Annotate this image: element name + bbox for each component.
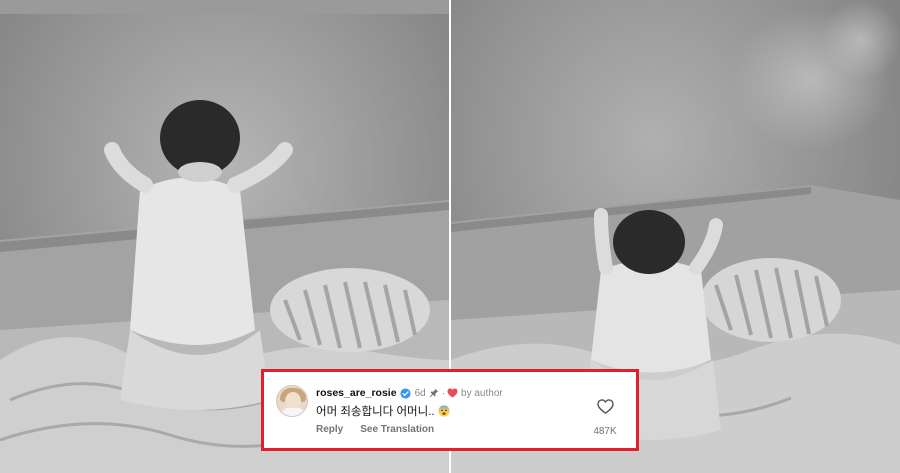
pin-icon bbox=[429, 388, 438, 398]
avatar[interactable] bbox=[276, 385, 308, 417]
comment-body: 어머 죄송합니다 어머니.. bbox=[316, 403, 450, 419]
heart-outline-icon[interactable] bbox=[596, 399, 614, 414]
comment-time: 6d bbox=[414, 387, 426, 399]
meta-separator: · bbox=[441, 387, 446, 399]
by-author-label: by author bbox=[461, 387, 503, 399]
author-liked-heart-icon bbox=[447, 388, 458, 398]
like-count: 487K bbox=[593, 426, 617, 437]
comment-meta: roses_are_rosie 6d · by author bbox=[316, 386, 503, 400]
comment-text: 어머 죄송합니다 어머니.. bbox=[316, 406, 435, 418]
see-translation-button[interactable]: See Translation bbox=[360, 424, 434, 435]
comment-actions: Reply See Translation bbox=[316, 424, 434, 435]
verified-badge-icon bbox=[400, 387, 411, 399]
like-control: 487K bbox=[590, 399, 620, 437]
fearful-face-emoji-icon bbox=[437, 405, 450, 417]
comment-card: roses_are_rosie 6d · by author 어머 죄송합니다 … bbox=[261, 369, 639, 451]
reply-button[interactable]: Reply bbox=[316, 424, 343, 435]
username-link[interactable]: roses_are_rosie bbox=[316, 387, 397, 399]
